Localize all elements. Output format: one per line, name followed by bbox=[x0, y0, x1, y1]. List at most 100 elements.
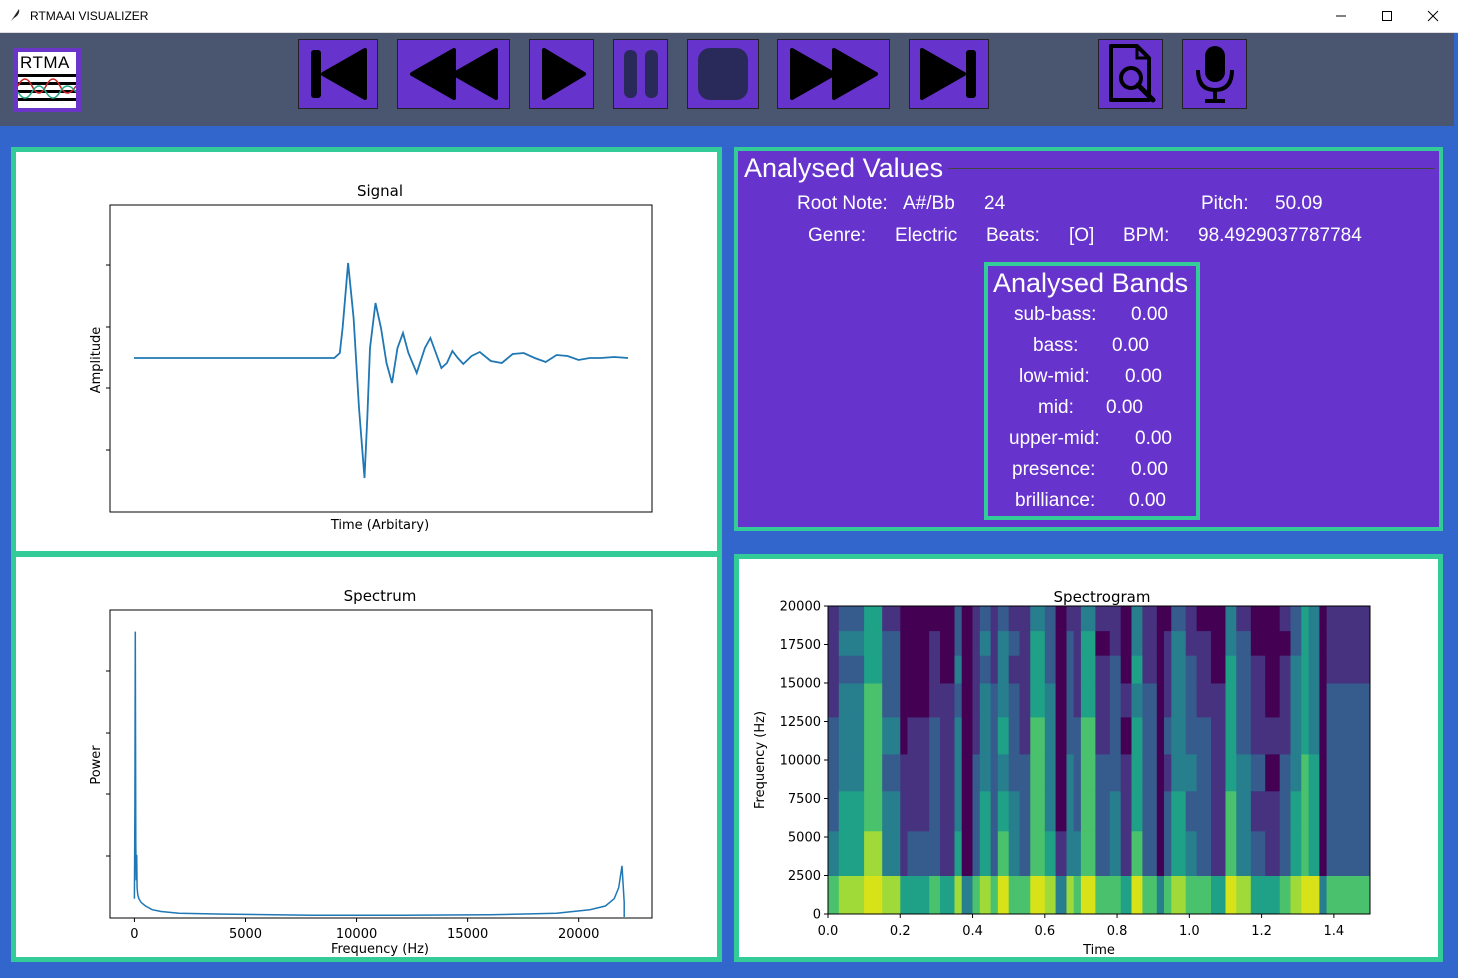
spectrogram-cell bbox=[1211, 875, 1226, 915]
spectrogram-cell bbox=[1196, 875, 1212, 915]
spectrogram-cell bbox=[1120, 683, 1132, 718]
spectrogram-cell bbox=[929, 655, 941, 684]
spectrogram-cell bbox=[900, 606, 908, 632]
spectrogram-cell bbox=[1095, 875, 1111, 915]
app-logo: RTMA bbox=[13, 48, 81, 112]
spectrogram-y-tick-label: 7500 bbox=[788, 792, 821, 807]
window-titlebar: RTMAAI VISUALIZER bbox=[0, 0, 1458, 33]
spectrogram-cell bbox=[1211, 655, 1226, 684]
spectrogram-cell bbox=[1164, 683, 1172, 718]
skip-to-start-button[interactable] bbox=[298, 39, 378, 109]
spectrogram-cell bbox=[1185, 753, 1197, 792]
spectrogram-cell bbox=[954, 716, 963, 755]
close-button[interactable] bbox=[1410, 0, 1456, 32]
spectrogram-cell bbox=[1211, 830, 1226, 876]
close-icon bbox=[1427, 10, 1439, 22]
spectrogram-cell bbox=[972, 606, 981, 632]
spectrogram-cell bbox=[1250, 606, 1266, 632]
spectrogram-cell bbox=[940, 875, 955, 915]
spectrogram-cell bbox=[1171, 683, 1187, 718]
spectrogram-cell bbox=[1080, 630, 1096, 656]
spectrogram-cell bbox=[1044, 655, 1057, 684]
file-search-icon bbox=[1108, 44, 1155, 103]
spectrogram-cell bbox=[997, 716, 1010, 755]
band-value-upper-mid: 0.00 bbox=[1135, 428, 1172, 449]
spectrogram-cell bbox=[1008, 630, 1020, 656]
stop-icon bbox=[698, 48, 748, 100]
spectrogram-cell bbox=[1109, 655, 1122, 684]
spectrogram-cell bbox=[940, 753, 955, 792]
spectrogram-cell bbox=[1225, 655, 1237, 684]
root-note-index: 24 bbox=[984, 193, 1006, 214]
spectrogram-cell bbox=[1030, 683, 1046, 718]
spectrogram-cell bbox=[1109, 830, 1122, 876]
fast-forward-button[interactable] bbox=[777, 39, 890, 109]
spectrogram-cell bbox=[1279, 606, 1291, 632]
spectrogram-x-tick-label: 1.0 bbox=[1179, 924, 1200, 939]
play-button[interactable] bbox=[529, 39, 594, 109]
spectrogram-panel: Spectrogram 0.0 0.2 0.4 0.6 0.8 1.0 1.2 1.4 0 25… bbox=[734, 554, 1443, 962]
bpm-value: 98.4929037787784 bbox=[1198, 225, 1362, 246]
spectrogram-cell bbox=[972, 655, 981, 684]
spectrogram-cell bbox=[1142, 790, 1158, 832]
spectrogram-cell bbox=[940, 790, 955, 832]
spectrogram-cell bbox=[1319, 830, 1328, 876]
spectrogram-cell bbox=[1080, 753, 1096, 792]
spectrogram-cell bbox=[961, 606, 973, 632]
spectrogram-cell bbox=[1326, 655, 1371, 684]
spectrogram-cell bbox=[1171, 830, 1187, 876]
rewind-icon bbox=[409, 48, 498, 100]
open-file-button[interactable] bbox=[1098, 39, 1163, 109]
spectrogram-cell bbox=[972, 790, 981, 832]
spectrogram-cell bbox=[972, 830, 981, 876]
spectrogram-cell bbox=[1080, 655, 1096, 684]
spectrum-x-ticks: 0 5000 10000 15000 20000 bbox=[130, 918, 599, 942]
spectrogram-x-tick-label: 0.8 bbox=[1107, 924, 1128, 939]
spectrogram-cell bbox=[961, 790, 973, 832]
spectrogram-cell bbox=[1008, 790, 1020, 832]
minimize-button[interactable] bbox=[1318, 0, 1364, 32]
signal-y-ticks bbox=[106, 264, 110, 451]
spectrogram-cell bbox=[961, 655, 973, 684]
spectrogram-cell bbox=[1290, 655, 1302, 684]
spectrogram-cell bbox=[1142, 830, 1158, 876]
spectrogram-cell bbox=[1019, 716, 1031, 755]
spectrogram-cell bbox=[1109, 790, 1122, 832]
spectrogram-cell bbox=[1066, 606, 1075, 632]
spectrum-x-tick-label: 20000 bbox=[558, 927, 599, 942]
spectrogram-cell bbox=[1008, 716, 1020, 755]
spectrogram-cell bbox=[1319, 753, 1328, 792]
spectrogram-cell bbox=[1156, 790, 1165, 832]
spectrogram-cell bbox=[1156, 875, 1165, 915]
spectrogram-cell bbox=[990, 630, 999, 656]
spectrogram-cell bbox=[940, 630, 955, 656]
spectrogram-cell bbox=[1131, 875, 1143, 915]
spectrogram-cell bbox=[1044, 790, 1057, 832]
analysed-bands-box: Analysed Bands sub-bass: 0.00 bass: 0.00… bbox=[984, 262, 1200, 520]
spectrogram-cell bbox=[1279, 790, 1291, 832]
spectrogram-cell bbox=[1055, 683, 1067, 718]
microphone-button[interactable] bbox=[1182, 39, 1247, 109]
spectrogram-cell bbox=[1290, 683, 1302, 718]
stop-button[interactable] bbox=[687, 39, 759, 109]
spectrogram-cell bbox=[828, 655, 840, 684]
spectrogram-cell bbox=[1236, 875, 1252, 915]
spectrogram-cell bbox=[1164, 790, 1172, 832]
rewind-button[interactable] bbox=[397, 39, 510, 109]
spectrogram-cell bbox=[1171, 630, 1187, 656]
spectrogram-cell bbox=[1164, 753, 1172, 792]
spectrogram-cell bbox=[1250, 875, 1266, 915]
pause-button[interactable] bbox=[613, 39, 668, 109]
spectrogram-cell bbox=[1319, 655, 1328, 684]
spectrum-y-ticks bbox=[106, 670, 110, 857]
signal-title: Signal bbox=[357, 182, 403, 200]
spectrogram-cell bbox=[907, 716, 930, 755]
spectrogram-cell bbox=[1019, 606, 1031, 632]
analysed-values-panel: Analysed Values Root Note: A#/Bb 24 Pitc… bbox=[734, 147, 1443, 531]
spectrogram-cell bbox=[997, 875, 1010, 915]
spectrogram-cell bbox=[1109, 753, 1122, 792]
spectrogram-cells bbox=[828, 606, 1371, 915]
spectrogram-cell bbox=[940, 683, 955, 718]
maximize-button[interactable] bbox=[1364, 0, 1410, 32]
skip-to-end-button[interactable] bbox=[909, 39, 989, 109]
